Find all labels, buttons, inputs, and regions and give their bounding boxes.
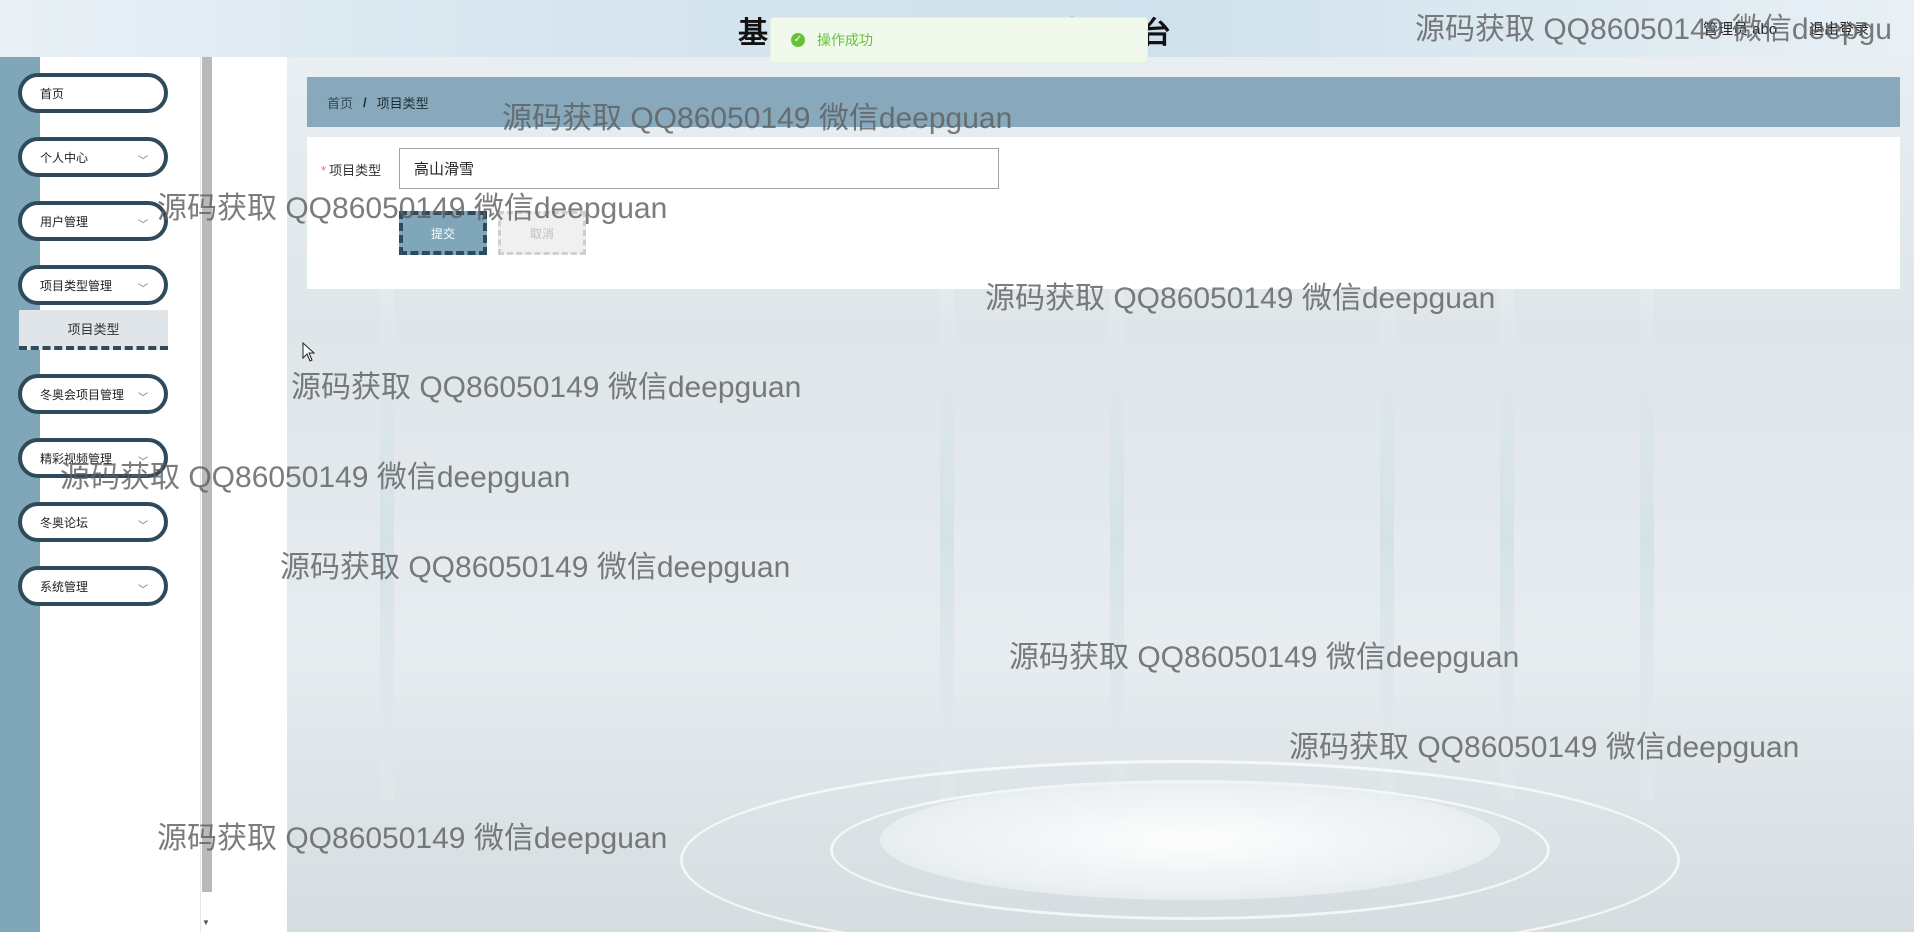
background-stage-disc [880,780,1500,900]
background-pillar [940,280,954,800]
breadcrumb-current: 项目类型 [376,95,429,111]
background-pillar [1110,280,1124,800]
sidebar-item-home[interactable]: 首页 [18,73,168,113]
sidebar-item-label: 用户管理 [40,214,89,229]
required-mark: * [321,163,327,178]
sidebar-item-olympic-project-management[interactable]: 冬奥会项目管理 ﹀ [18,374,168,414]
sidebar-item-label: 项目类型管理 [40,278,113,293]
breadcrumb-separator: / [363,94,367,110]
content-gutter [214,57,287,932]
mouse-pointer-icon [302,342,316,362]
chevron-down-icon: ﹀ [138,393,148,404]
background-pillar [1640,280,1654,800]
project-type-input[interactable] [399,148,999,189]
scroll-down-arrow-icon[interactable]: ▼ [202,918,210,927]
background-ring [680,760,1680,932]
breadcrumb-home-link[interactable]: 首页 [327,93,353,112]
chevron-down-icon: ﹀ [138,284,148,295]
background-pillar [1380,280,1394,800]
sidebar-item-project-type-management[interactable]: 项目类型管理 ﹀ [18,265,168,305]
chevron-down-icon: ﹀ [138,521,148,532]
sidebar-item-label: 个人中心 [40,150,89,165]
sidebar-item-label: 系统管理 [40,579,89,594]
chevron-down-icon: ﹀ [138,220,148,231]
sidebar-subitem-label: 项目类型 [67,321,120,337]
watermark-text: 源码获取 QQ86050149 微信deepguan [1009,641,1520,674]
logout-link[interactable]: 退出登录 [1809,18,1869,39]
toast-message: 操作成功 [817,32,873,48]
sidebar-item-label: 精彩视频管理 [40,451,113,466]
chevron-down-icon: ﹀ [138,585,148,596]
sidebar-item-label: 冬奥会项目管理 [40,387,125,402]
sidebar-item-system-management[interactable]: 系统管理 ﹀ [18,566,168,606]
success-check-icon: ✓ [791,33,805,47]
sidebar [40,57,200,932]
chevron-down-icon: ﹀ [138,156,148,167]
sidebar-subitem-project-type[interactable]: 项目类型 [19,310,168,350]
watermark-text: 源码获取 QQ86050149 微信deepguan [1289,731,1800,764]
background-ring [830,780,1550,920]
sidebar-item-video-management[interactable]: 精彩视频管理 ﹀ [18,438,168,478]
edit-form: *项目类型 提交 取消 [307,137,1900,289]
sidebar-accent-strip [0,57,40,932]
submit-button[interactable]: 提交 [399,211,487,255]
chevron-down-icon: ﹀ [138,457,148,468]
current-user: 管理员 abo [1703,21,1778,38]
project-type-label: * 项目类型 [321,160,381,179]
breadcrumb: 首页 / 项目类型 [307,77,1900,127]
sidebar-item-label: 冬奥论坛 [40,515,89,530]
cancel-button[interactable]: 取消 [498,211,586,255]
sidebar-item-user-management[interactable]: 用户管理 ﹀ [18,201,168,241]
sidebar-item-olympic-forum[interactable]: 冬奥论坛 ﹀ [18,502,168,542]
sidebar-item-label: 首页 [40,86,65,101]
sidebar-scrollbar-thumb[interactable] [202,57,212,892]
success-toast: ✓ 操作成功 [770,17,1148,63]
sidebar-item-personal-center[interactable]: 个人中心 ﹀ [18,137,168,177]
watermark-text: 源码获取 QQ86050149 微信deepguan [280,551,791,584]
project-type-label-text: 项目类型 [329,163,382,178]
watermark-text: 源码获取 QQ86050149 微信deepguan [291,371,802,404]
background-pillar [380,280,394,800]
background-pillar [1500,280,1514,800]
